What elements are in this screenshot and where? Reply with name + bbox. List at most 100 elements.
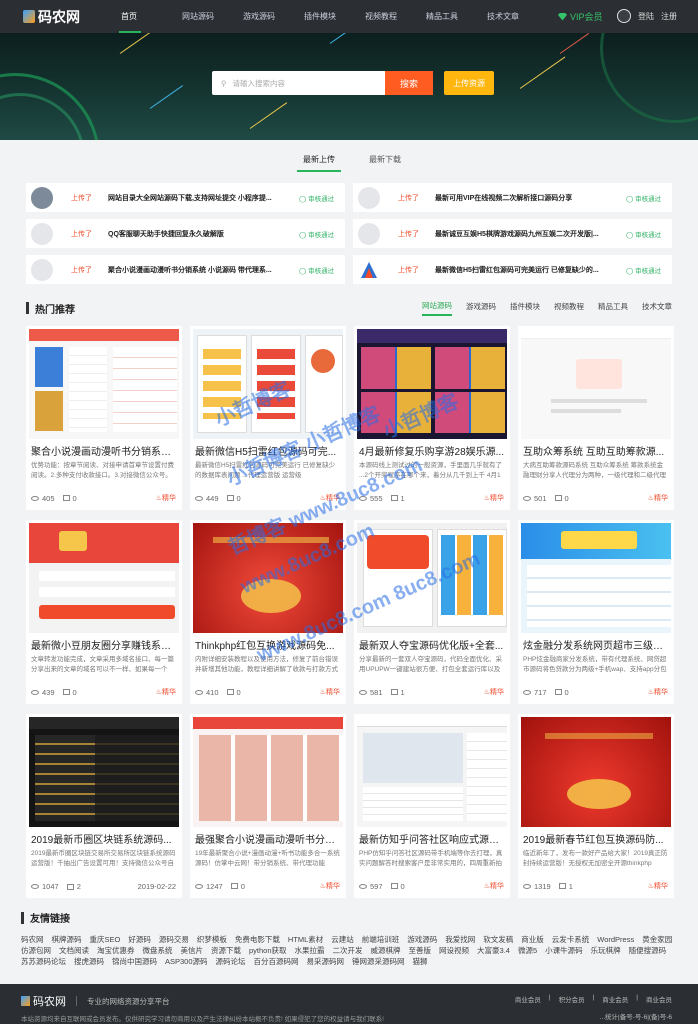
footer-link[interactable]: 商业会员: [515, 994, 541, 1004]
friend-link[interactable]: 我爱找网: [445, 935, 475, 944]
footer-link[interactable]: 商业会员: [602, 994, 628, 1004]
card-thumbnail[interactable]: [193, 329, 343, 439]
hot-tab-website[interactable]: 网站源码: [422, 300, 452, 316]
friend-link[interactable]: 水果拉霸: [295, 946, 325, 955]
card-title[interactable]: 最新双人夺宝源码优化版+全套...: [354, 633, 510, 652]
friend-link[interactable]: HTML素材: [288, 935, 323, 944]
list-item[interactable]: 上传了 最新可用VIP在线视频二次解析接口源码分享 ◯ 审核通过: [353, 183, 672, 212]
friend-link[interactable]: 大富豪3.4: [477, 946, 510, 955]
card-thumbnail[interactable]: [521, 329, 671, 439]
resource-card[interactable]: 2019最新币圈区块链系统源码... 2019最新币圈区块链交易所交易所区块链系…: [26, 714, 182, 898]
friend-link[interactable]: 苏苏源码论坛: [21, 957, 66, 966]
card-title[interactable]: 互助众筹系统 互助互助筹款源...: [518, 439, 674, 458]
friend-link[interactable]: 淘宝优惠券: [97, 946, 135, 955]
register-link[interactable]: 注册: [661, 11, 677, 22]
friend-link[interactable]: 百分百源码网: [254, 957, 299, 966]
friend-link[interactable]: 资源下载: [211, 946, 241, 955]
resource-card[interactable]: 最新微信H5扫雷红包源码可完... 最新微信H5扫雷红包源码可完美运行 已修复缺…: [190, 326, 346, 510]
upload-button[interactable]: 上传资源: [444, 71, 494, 95]
list-item[interactable]: 上传了 网站目录大全网站源码下载,支持网址提交 小程序提... ◯ 审核通过: [26, 183, 345, 212]
friend-link[interactable]: WordPress: [597, 935, 634, 944]
update-title[interactable]: 聚合小说漫画动漫听书分销系统 小说源码 带代理系...: [108, 265, 299, 275]
nav-website-source[interactable]: 网站源码: [182, 0, 243, 33]
friend-link[interactable]: 软文发稿: [483, 935, 513, 944]
update-title[interactable]: 网站目录大全网站源码下载,支持网址提交 小程序提...: [108, 193, 299, 203]
friend-link[interactable]: 美信片: [181, 946, 204, 955]
friend-link[interactable]: 商业版: [521, 935, 544, 944]
friend-link[interactable]: 重庆SEO: [90, 935, 121, 944]
hot-tab-tools[interactable]: 精品工具: [598, 301, 628, 315]
friend-link[interactable]: 源码论坛: [216, 957, 246, 966]
friend-link[interactable]: 游戏源码: [407, 935, 437, 944]
card-title[interactable]: 最新微小豆朋友圈分享赚钱系统...: [26, 633, 182, 652]
tab-latest-download[interactable]: 最新下载: [369, 154, 401, 172]
footer-link[interactable]: 商业会员: [646, 994, 672, 1004]
nav-game-source[interactable]: 游戏源码: [243, 0, 304, 33]
footer-logo[interactable]: 码农网: [21, 993, 66, 1009]
vip-link[interactable]: VIP会员: [558, 10, 603, 23]
update-title[interactable]: 最新微信H5扫雷红包源码可完美运行 已修复缺少的...: [435, 265, 626, 275]
friend-link[interactable]: 云建站: [331, 935, 354, 944]
card-thumbnail[interactable]: [193, 717, 343, 827]
card-thumbnail[interactable]: [29, 717, 179, 827]
resource-card[interactable]: Thinkphp红包互换游戏源码免... 内附详细安装教程以及使用方法，修复了前…: [190, 520, 346, 704]
friend-link[interactable]: 好源码: [128, 935, 151, 944]
card-thumbnail[interactable]: [521, 717, 671, 827]
hot-tab-plugin[interactable]: 插件模块: [510, 301, 540, 315]
friend-link[interactable]: 棋牌源码: [52, 935, 82, 944]
update-title[interactable]: QQ客服聊天助手快捷回复永久破解版: [108, 229, 299, 239]
friend-link[interactable]: 锤网源采源码网: [352, 957, 405, 966]
card-title[interactable]: 2019最新春节红包互换源码防...: [518, 827, 674, 846]
friend-link[interactable]: 猫狮: [413, 957, 428, 966]
friend-link[interactable]: 小课牛源码: [545, 946, 583, 955]
nav-home[interactable]: 首页: [119, 0, 182, 33]
card-title[interactable]: Thinkphp红包互换游戏源码免...: [190, 633, 346, 652]
hot-tab-articles[interactable]: 技术文章: [642, 301, 672, 315]
nav-plugins[interactable]: 插件模块: [304, 0, 365, 33]
friend-link[interactable]: 源码交易: [159, 935, 189, 944]
card-thumbnail[interactable]: [357, 523, 507, 633]
list-item[interactable]: 上传了 最新微信H5扫雷红包源码可完美运行 已修复缺少的... ◯ 审核通过: [353, 255, 672, 284]
card-thumbnail[interactable]: [521, 523, 671, 633]
resource-card[interactable]: 互助众筹系统 互助互助筹款源... 大病互助筹款源码系统 互助众筹系统 筹款系统…: [518, 326, 674, 510]
friend-link[interactable]: 免费电影下载: [235, 935, 280, 944]
card-thumbnail[interactable]: [357, 329, 507, 439]
card-thumbnail[interactable]: [29, 523, 179, 633]
site-logo[interactable]: 码农网: [23, 7, 103, 27]
search-input[interactable]: ⚲ 请输入搜索内容: [212, 71, 385, 95]
resource-card[interactable]: 最新仿知乎问答社区响应式源码... PHP仿知乎问答社区源码带手机端等你去打理，…: [354, 714, 510, 898]
resource-card[interactable]: 4月最新修复乐购享游28娱乐源... 本源码线上测试过的一般资源，手里面几乎就有…: [354, 326, 510, 510]
friend-link[interactable]: 微源5: [518, 946, 537, 955]
friend-link[interactable]: 随便搜源码: [629, 946, 667, 955]
login-link[interactable]: 登陆: [638, 11, 654, 22]
card-title[interactable]: 聚合小说漫画动漫听书分销系统...: [26, 439, 182, 458]
nav-articles[interactable]: 技术文章: [487, 0, 548, 33]
resource-card[interactable]: 最新微小豆朋友圈分享赚钱系统... 文章转发功能完成，文章采用多域名接口、每一篇…: [26, 520, 182, 704]
friend-link[interactable]: 搜虎源码: [74, 957, 104, 966]
friend-link[interactable]: ASP300源码: [165, 957, 208, 966]
resource-card[interactable]: 最强聚合小说漫画动漫听书分销... 19年最新聚合小说+漫画动漫+听书功能多合一…: [190, 714, 346, 898]
user-icon[interactable]: [617, 9, 631, 23]
friend-link[interactable]: 云发卡系统: [552, 935, 590, 944]
hot-tab-game[interactable]: 游戏源码: [466, 301, 496, 315]
friend-link[interactable]: 易采源码网: [307, 957, 345, 966]
list-item[interactable]: 上传了 最新诚豆互娱H5棋牌游戏源码九州互娱二次开发版|... ◯ 审核通过: [353, 219, 672, 248]
resource-card[interactable]: 最新双人夺宝源码优化版+全套... 分享最新的一套双人夺宝源码，代码全面优化、采…: [354, 520, 510, 704]
card-title[interactable]: 炫金融分发系统网页超市三级分...: [518, 633, 674, 652]
update-title[interactable]: 最新诚豆互娱H5棋牌游戏源码九州互娱二次开发版|...: [435, 229, 626, 239]
footer-link[interactable]: 积分会员: [559, 994, 585, 1004]
update-title[interactable]: 最新可用VIP在线视频二次解析接口源码分享: [435, 193, 626, 203]
friend-link[interactable]: 网设视频: [439, 946, 469, 955]
card-title[interactable]: 最新仿知乎问答社区响应式源码...: [354, 827, 510, 846]
card-thumbnail[interactable]: [29, 329, 179, 439]
nav-tools[interactable]: 精品工具: [426, 0, 487, 33]
friend-link[interactable]: 至善版: [409, 946, 432, 955]
card-title[interactable]: 最强聚合小说漫画动漫听书分销...: [190, 827, 346, 846]
friend-link[interactable]: 威源棋牌: [371, 946, 401, 955]
card-title[interactable]: 最新微信H5扫雷红包源码可完...: [190, 439, 346, 458]
card-title[interactable]: 2019最新币圈区块链系统源码...: [26, 827, 182, 846]
friend-link[interactable]: 文档阅读: [59, 946, 89, 955]
resource-card[interactable]: 聚合小说漫画动漫听书分销系统... 优势功能：按章节阅读、对接申请首章节设置付费…: [26, 326, 182, 510]
friend-link[interactable]: 微盘系统: [143, 946, 173, 955]
tab-latest-upload[interactable]: 最新上传: [297, 154, 341, 172]
